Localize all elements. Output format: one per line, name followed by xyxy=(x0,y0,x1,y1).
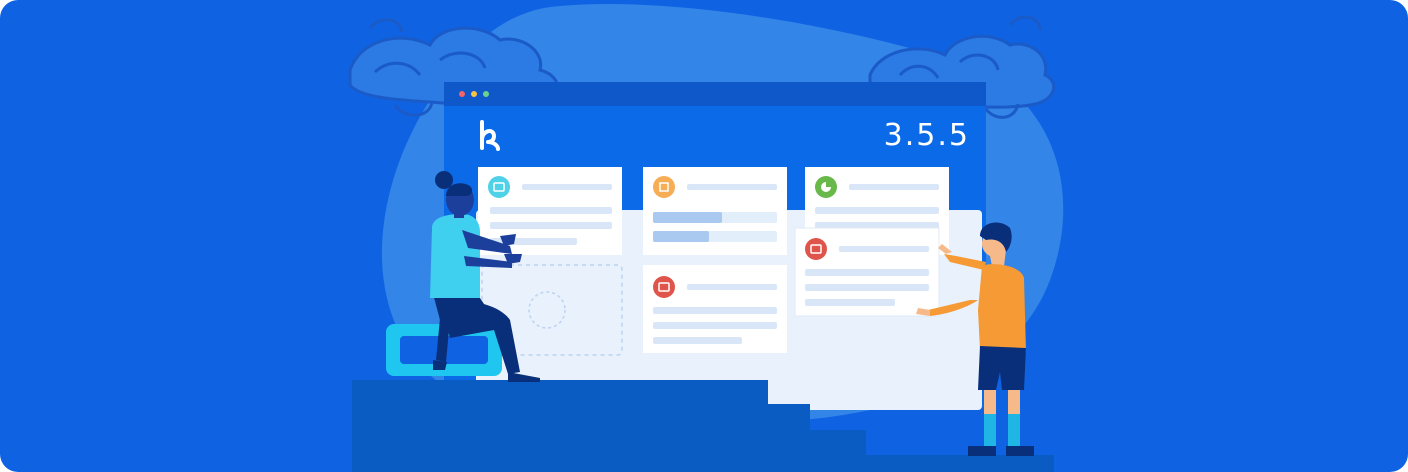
task-card-1[interactable] xyxy=(478,167,622,255)
hair-bun xyxy=(435,171,453,189)
hero-banner: 3.5.5 xyxy=(0,0,1408,472)
task-card-5[interactable] xyxy=(794,227,940,317)
version-label: 3.5.5 xyxy=(883,118,970,153)
window-titlebar xyxy=(444,82,986,106)
task-card-2[interactable] xyxy=(643,167,787,255)
illustration xyxy=(0,0,1408,472)
progress-bar-2 xyxy=(653,231,709,242)
inbox-icon xyxy=(805,238,827,260)
window-maximize-dot[interactable] xyxy=(483,91,489,97)
task-card-4[interactable] xyxy=(643,265,787,353)
ticket-icon xyxy=(488,176,510,198)
window-close-dot[interactable] xyxy=(459,91,465,97)
cpu-chip-icon xyxy=(653,176,675,198)
archive-icon xyxy=(653,276,675,298)
window-minimize-dot[interactable] xyxy=(471,91,477,97)
progress-bar-1 xyxy=(653,212,722,223)
